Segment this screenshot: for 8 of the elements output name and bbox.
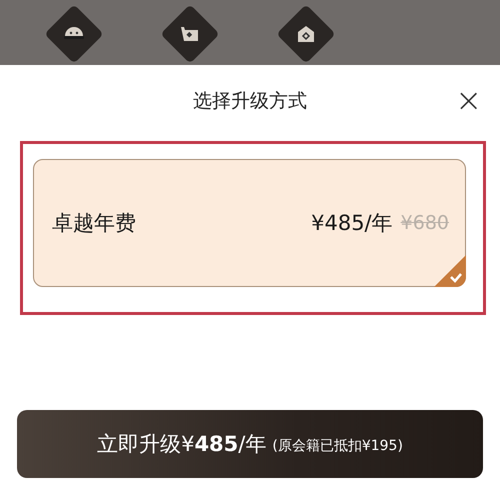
sheet-title: 选择升级方式 xyxy=(193,89,307,114)
plan-name: 卓越年费 xyxy=(52,210,137,237)
plan-card[interactable]: 卓越年费 ¥485/年 ¥680 xyxy=(33,159,466,287)
selected-check-icon xyxy=(434,255,466,287)
upgrade-button[interactable]: 立即升级¥485/年 (原会籍已抵扣¥195) xyxy=(17,410,483,478)
close-button[interactable]: × xyxy=(451,85,486,115)
original-price: ¥680 xyxy=(400,212,449,234)
plan-price: ¥485/年 xyxy=(311,210,393,237)
